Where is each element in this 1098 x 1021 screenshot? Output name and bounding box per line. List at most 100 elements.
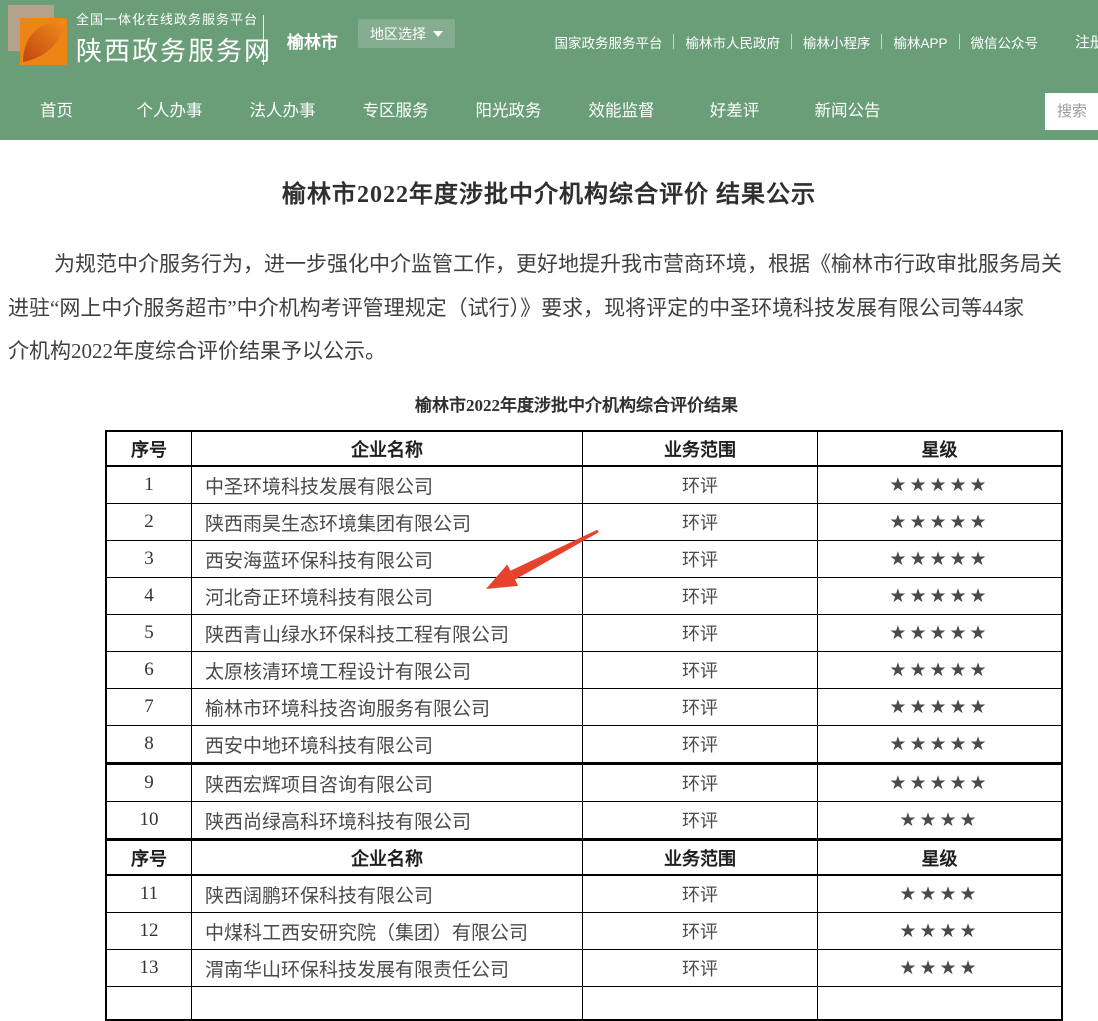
star-rating: ★★★★ (818, 875, 1063, 913)
row-number: 11 (106, 875, 192, 913)
nav-item-5[interactable]: 阳光政务 (452, 83, 565, 140)
business-scope: 环评 (583, 466, 818, 504)
company-name: 中圣环境科技发展有限公司 (192, 466, 583, 504)
column-header-1: 序号 (106, 431, 192, 466)
header-link-5[interactable]: 微信公众号 (971, 32, 1039, 52)
main-navbar: 首页个人办事法人办事专区服务阳光政务效能监督好差评新闻公告 (0, 83, 1098, 140)
brand-block: 全国一体化在线政务服务平台 陕西政务服务网 (76, 9, 272, 68)
column-header-4: 星级 (818, 431, 1063, 466)
table-row-11: 11陕西阔鹏环保科技有限公司环评★★★★ (106, 875, 1062, 913)
row-number: 12 (106, 913, 192, 950)
star-rating: ★★★★ (818, 950, 1063, 987)
business-scope: 环评 (583, 652, 818, 689)
table-cell (106, 987, 192, 1021)
row-number: 8 (106, 726, 192, 764)
current-city-label: 榆林市 (287, 28, 338, 53)
notice-paragraph: 为规范中介服务行为，进一步强化中介监管工作，更好地提升我市营商环境，根据《榆林市… (8, 243, 1098, 374)
company-name: 榆林市环境科技咨询服务有限公司 (192, 689, 583, 726)
business-scope: 环评 (583, 875, 818, 913)
row-number: 7 (106, 689, 192, 726)
table-row-5: 5陕西青山绿水环保科技工程有限公司环评★★★★★ (106, 615, 1062, 652)
column-header-2: 企业名称 (192, 431, 583, 466)
star-rating: ★★★★★ (818, 615, 1063, 652)
table-row-4: 4河北奇正环境科技有限公司环评★★★★★ (106, 578, 1062, 615)
column-header-2: 企业名称 (192, 840, 583, 876)
divider (959, 34, 960, 49)
header-link-2[interactable]: 榆林市人民政府 (685, 32, 780, 52)
row-number: 13 (106, 950, 192, 987)
company-name: 陕西宏辉项目咨询有限公司 (192, 764, 583, 802)
nav-item-3[interactable]: 法人办事 (226, 83, 339, 140)
main-nav: 首页个人办事法人办事专区服务阳光政务效能监督好差评新闻公告 (0, 83, 904, 140)
nav-item-6[interactable]: 效能监督 (565, 83, 678, 140)
row-number: 5 (106, 615, 192, 652)
business-scope: 环评 (583, 726, 818, 764)
table-header-row: 序号企业名称业务范围星级 (106, 431, 1062, 466)
paragraph-line-3: 介机构2022年度综合评价结果予以公示。 (8, 330, 1098, 374)
business-scope: 环评 (583, 615, 818, 652)
nav-item-4[interactable]: 专区服务 (339, 83, 452, 140)
company-name: 西安中地环境科技有限公司 (192, 726, 583, 764)
nav-item-7[interactable]: 好差评 (678, 83, 791, 140)
row-number: 10 (106, 802, 192, 840)
header-link-3[interactable]: 榆林小程序 (803, 32, 871, 52)
star-rating: ★★★★★ (818, 504, 1063, 541)
region-select-button[interactable]: 地区选择 (358, 19, 455, 48)
divider (673, 34, 674, 49)
row-number: 9 (106, 764, 192, 802)
table-cell (192, 987, 583, 1021)
divider (881, 34, 882, 49)
business-scope: 环评 (583, 541, 818, 578)
nav-item-1[interactable]: 首页 (0, 83, 113, 140)
company-name: 西安海蓝环保科技有限公司 (192, 541, 583, 578)
table-row-7: 7榆林市环境科技咨询服务有限公司环评★★★★★ (106, 689, 1062, 726)
site-header: 全国一体化在线政务服务平台 陕西政务服务网 榆林市 地区选择 国家政务服务平台 榆… (0, 0, 1098, 83)
table-row-partial (106, 987, 1062, 1021)
star-rating: ★★★★★ (818, 689, 1063, 726)
business-scope: 环评 (583, 913, 818, 950)
results-table: 序号企业名称业务范围星级1中圣环境科技发展有限公司环评★★★★★2陕西雨昊生态环… (105, 430, 1063, 1021)
star-rating: ★★★★★ (818, 652, 1063, 689)
divider (791, 34, 792, 49)
column-header-3: 业务范围 (583, 431, 818, 466)
search-input[interactable] (1045, 93, 1098, 130)
header-link-1[interactable]: 国家政务服务平台 (554, 32, 662, 52)
table-row-8: 8西安中地环境科技有限公司环评★★★★★ (106, 726, 1062, 764)
platform-tagline: 全国一体化在线政务服务平台 (76, 9, 272, 28)
star-rating: ★★★★★ (818, 466, 1063, 504)
table-row-9: 9陕西宏辉项目咨询有限公司环评★★★★★ (106, 764, 1062, 802)
header-link-4[interactable]: 榆林APP (893, 32, 947, 52)
company-name: 太原核清环境工程设计有限公司 (192, 652, 583, 689)
business-scope: 环评 (583, 950, 818, 987)
table-cell (583, 987, 818, 1021)
column-header-1: 序号 (106, 840, 192, 876)
business-scope: 环评 (583, 802, 818, 840)
star-rating: ★★★★★ (818, 541, 1063, 578)
business-scope: 环评 (583, 764, 818, 802)
divider (263, 15, 264, 65)
table-row-1: 1中圣环境科技发展有限公司环评★★★★★ (106, 466, 1062, 504)
table-row-2: 2陕西雨昊生态环境集团有限公司环评★★★★★ (106, 504, 1062, 541)
page-title: 榆林市2022年度涉批中介机构综合评价 结果公示 (0, 174, 1098, 209)
register-link[interactable]: 注册 (1075, 31, 1098, 52)
table-header-row: 序号企业名称业务范围星级 (106, 840, 1062, 876)
row-number: 6 (106, 652, 192, 689)
nav-item-2[interactable]: 个人办事 (113, 83, 226, 140)
company-name: 陕西青山绿水环保科技工程有限公司 (192, 615, 583, 652)
company-name: 渭南华山环保科技发展有限责任公司 (192, 950, 583, 987)
column-header-3: 业务范围 (583, 840, 818, 876)
nav-item-8[interactable]: 新闻公告 (791, 83, 904, 140)
star-rating: ★★★★★ (818, 726, 1063, 764)
site-name: 陕西政务服务网 (76, 31, 272, 68)
table-cell (818, 987, 1063, 1021)
row-number: 4 (106, 578, 192, 615)
company-name: 河北奇正环境科技有限公司 (192, 578, 583, 615)
paragraph-line-1: 为规范中介服务行为，进一步强化中介监管工作，更好地提升我市营商环境，根据《榆林市… (8, 243, 1098, 287)
table-row-10: 10陕西尚绿高科环境科技有限公司环评★★★★ (106, 802, 1062, 840)
table-row-13: 13渭南华山环保科技发展有限责任公司环评★★★★ (106, 950, 1062, 987)
star-rating: ★★★★ (818, 802, 1063, 840)
chevron-down-icon (433, 31, 443, 37)
table-row-6: 6太原核清环境工程设计有限公司环评★★★★★ (106, 652, 1062, 689)
star-rating: ★★★★★ (818, 578, 1063, 615)
row-number: 3 (106, 541, 192, 578)
